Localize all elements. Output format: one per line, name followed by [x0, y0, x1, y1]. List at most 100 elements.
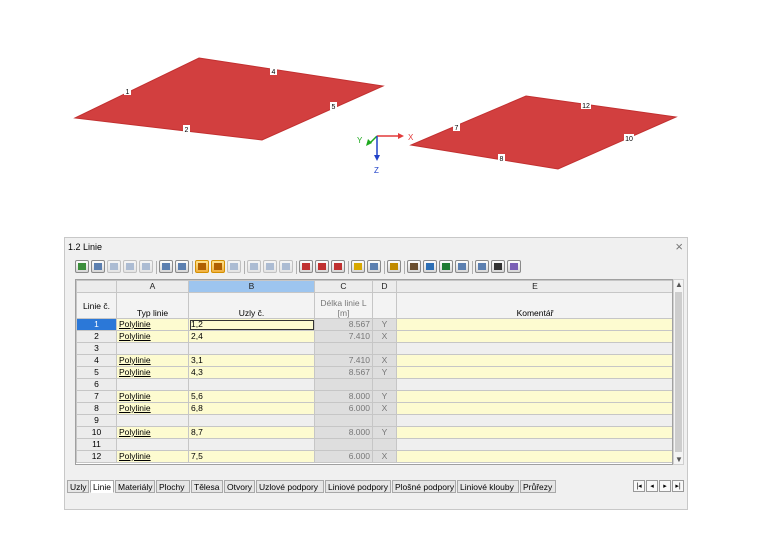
lines-table[interactable]: A B C D E Linie č. Typ linie Uzly č. Dél…	[75, 279, 673, 465]
table-row[interactable]: 12 Polylinie 7,5 6.000 X	[76, 450, 672, 463]
table-row[interactable]: 5 Polylinie 4,3 8.567 Y	[76, 366, 672, 379]
filter-rows-icon[interactable]	[475, 260, 489, 273]
settings-icon[interactable]	[423, 260, 437, 273]
excel-export-icon[interactable]	[75, 260, 89, 273]
cell-type[interactable]: Polylinie	[116, 390, 189, 403]
row-number[interactable]: 10	[76, 426, 117, 439]
col-letter-b[interactable]: B	[188, 280, 315, 293]
row-number[interactable]: 8	[76, 402, 117, 415]
scroll-thumb[interactable]	[675, 292, 682, 452]
tab-next-icon[interactable]: ▸	[659, 480, 671, 492]
tab-3[interactable]: Materiály	[115, 480, 155, 493]
move-up-icon[interactable]	[247, 260, 261, 273]
filter-icon[interactable]	[123, 260, 137, 273]
cell-comment[interactable]	[396, 426, 672, 439]
table-row[interactable]: 10 Polylinie 8,7 8.000 Y	[76, 426, 672, 439]
cell-comment[interactable]	[396, 366, 672, 379]
col-letter-d[interactable]: D	[372, 280, 397, 293]
table-row[interactable]: 11	[76, 438, 672, 451]
delete-row-icon[interactable]	[299, 260, 313, 273]
cell-nodes[interactable]	[188, 342, 315, 355]
cell-type[interactable]: Polylinie	[116, 402, 189, 415]
edit-icon[interactable]	[387, 260, 401, 273]
cell-type[interactable]: Polylinie	[116, 426, 189, 439]
row-number[interactable]: 9	[76, 414, 117, 427]
table-row[interactable]: 3	[76, 342, 672, 355]
table-row[interactable]: 4 Polylinie 3,1 7.410 X	[76, 354, 672, 367]
scroll-down-icon[interactable]: ▼	[675, 455, 683, 464]
cell-comment[interactable]	[396, 414, 672, 427]
row-number[interactable]: 4	[76, 354, 117, 367]
cell-nodes[interactable]: 3,1	[188, 354, 315, 367]
cell-type[interactable]: Polylinie	[116, 318, 189, 331]
move-down-icon[interactable]	[263, 260, 277, 273]
vertical-scrollbar[interactable]: ▲ ▼	[673, 279, 684, 465]
table-row[interactable]: 8 Polylinie 6,8 6.000 X	[76, 402, 672, 415]
cell-type[interactable]	[116, 438, 189, 451]
model-viewport[interactable]: 1 4 5 2 12 7 10 8 X Y Z	[0, 0, 760, 230]
row-number[interactable]: 3	[76, 342, 117, 355]
cut-icon[interactable]	[315, 260, 329, 273]
cell-nodes[interactable]: 1,2	[188, 318, 315, 331]
column-icon[interactable]	[351, 260, 365, 273]
tab-9[interactable]: Plošné podpory	[392, 480, 456, 493]
print-icon[interactable]	[407, 260, 421, 273]
refresh-icon[interactable]	[227, 260, 241, 273]
sort-icon[interactable]	[107, 260, 121, 273]
cell-comment[interactable]	[396, 438, 672, 451]
row-number[interactable]: 12	[76, 450, 117, 463]
select-icon[interactable]	[195, 260, 209, 273]
col-letter-e[interactable]: E	[396, 280, 672, 293]
cell-type[interactable]: Polylinie	[116, 330, 189, 343]
cell-type[interactable]	[116, 342, 189, 355]
arrow-left-icon[interactable]	[159, 260, 173, 273]
tab-6[interactable]: Otvory	[224, 480, 255, 493]
arrow-right-icon[interactable]	[175, 260, 189, 273]
cell-nodes[interactable]: 8,7	[188, 426, 315, 439]
tab-first-icon[interactable]: |◂	[633, 480, 645, 492]
function-icon[interactable]	[491, 260, 505, 273]
close-icon[interactable]: ×	[675, 239, 683, 254]
row-number[interactable]: 2	[76, 330, 117, 343]
cell-nodes[interactable]	[188, 414, 315, 427]
cell-nodes[interactable]	[188, 378, 315, 391]
table-row[interactable]: 6	[76, 378, 672, 391]
insert-icon[interactable]	[279, 260, 293, 273]
cell-type[interactable]	[116, 378, 189, 391]
clear-function-icon[interactable]	[507, 260, 521, 273]
cell-comment[interactable]	[396, 390, 672, 403]
row-number[interactable]: 11	[76, 438, 117, 451]
cell-nodes[interactable]: 4,3	[188, 366, 315, 379]
col-letter-a[interactable]: A	[116, 280, 189, 293]
table-row[interactable]: 2 Polylinie 2,4 7.410 X	[76, 330, 672, 343]
table-icon[interactable]	[367, 260, 381, 273]
row-number[interactable]: 6	[76, 378, 117, 391]
tab-prev-icon[interactable]: ◂	[646, 480, 658, 492]
scroll-up-icon[interactable]: ▲	[675, 280, 683, 289]
tab-last-icon[interactable]: ▸|	[672, 480, 684, 492]
cell-nodes[interactable]: 6,8	[188, 402, 315, 415]
grid-icon[interactable]	[139, 260, 153, 273]
cell-type[interactable]: Polylinie	[116, 354, 189, 367]
row-number[interactable]: 5	[76, 366, 117, 379]
surface-plate-1[interactable]	[73, 57, 385, 141]
tab-7[interactable]: Uzlové podpory	[256, 480, 324, 493]
paste-icon[interactable]	[331, 260, 345, 273]
tab-4[interactable]: Plochy	[156, 480, 190, 493]
cell-nodes[interactable]: 5,6	[188, 390, 315, 403]
col-letter-c[interactable]: C	[314, 280, 373, 293]
row-number[interactable]: 1	[76, 318, 117, 331]
tab-5[interactable]: Tělesa	[191, 480, 223, 493]
table-row[interactable]: 1 Polylinie 1,2 8.567 Y	[76, 318, 672, 331]
cell-comment[interactable]	[396, 378, 672, 391]
tab-1[interactable]: Uzly	[67, 480, 89, 493]
row-number[interactable]: 7	[76, 390, 117, 403]
surface-plate-2[interactable]	[409, 95, 678, 170]
table-row[interactable]: 7 Polylinie 5,6 8.000 Y	[76, 390, 672, 403]
cell-type[interactable]	[116, 414, 189, 427]
tab-8[interactable]: Liniové podpory	[325, 480, 391, 493]
cell-nodes[interactable]	[188, 438, 315, 451]
pick-icon[interactable]	[211, 260, 225, 273]
cell-comment[interactable]	[396, 402, 672, 415]
cell-comment[interactable]	[396, 330, 672, 343]
